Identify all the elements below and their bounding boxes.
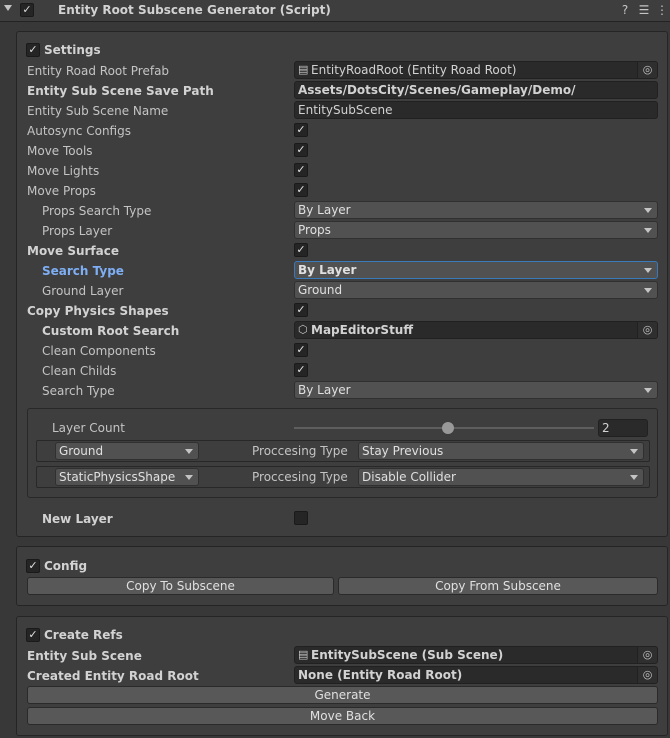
autosync-configs-label: Autosync Configs: [27, 124, 131, 138]
entity-road-root-prefab-field[interactable]: ▤ EntityRoadRoot (Entity Road Root) ◎: [294, 61, 658, 79]
move-surface-checkbox[interactable]: ✓: [294, 243, 308, 257]
layer-row-1-layer-dropdown[interactable]: Ground: [55, 442, 199, 460]
entity-road-root-prefab-label: Entity Road Root Prefab: [27, 64, 170, 78]
chevron-down-icon: [630, 449, 638, 454]
ground-layer-label: Ground Layer: [42, 284, 124, 298]
clean-components-checkbox[interactable]: ✓: [294, 343, 308, 357]
entity-sub-scene-field[interactable]: ▤ EntitySubScene (Sub Scene) ◎: [294, 646, 658, 664]
created-root-field[interactable]: None (Entity Road Root) ◎: [294, 666, 658, 684]
chevron-down-icon: [644, 208, 652, 213]
copy-to-subscene-button[interactable]: Copy To Subscene: [27, 577, 334, 595]
create-refs-toggle-checkbox[interactable]: ✓: [26, 628, 40, 642]
move-lights-checkbox[interactable]: ✓: [294, 163, 308, 177]
layer-row-2-processing-value: Disable Collider: [362, 470, 456, 484]
entity-sub-scene-label: Entity Sub Scene: [27, 649, 142, 663]
kebab-menu-icon[interactable]: ⋮: [655, 3, 669, 17]
create-refs-title: Create Refs: [44, 628, 123, 642]
layer-row-1-processing-value: Stay Previous: [362, 444, 444, 458]
clean-childs-label: Clean Childs: [42, 364, 117, 378]
chevron-down-icon: [185, 475, 193, 480]
move-props-label: Move Props: [27, 184, 96, 198]
copy-physics-shapes-label: Copy Physics Shapes: [27, 304, 169, 318]
chevron-down-icon: [644, 268, 652, 273]
custom-root-search-label: Custom Root Search: [42, 324, 180, 338]
prefab-cube-icon: ⬡: [298, 323, 308, 336]
copy-physics-shapes-checkbox[interactable]: ✓: [294, 303, 308, 317]
layer-row-1-processing-dropdown[interactable]: Stay Previous: [358, 442, 644, 460]
config-title: Config: [44, 559, 88, 573]
config-toggle-checkbox[interactable]: ✓: [26, 559, 40, 573]
script-file-icon: ▤: [298, 648, 309, 661]
move-lights-label: Move Lights: [27, 164, 100, 178]
new-layer-checkbox[interactable]: [294, 511, 308, 525]
search-type-2-label: Search Type: [42, 384, 115, 398]
chevron-down-icon: [630, 475, 638, 480]
layer-count-input[interactable]: 2: [598, 419, 648, 437]
preset-sliders-icon[interactable]: ☰: [637, 3, 651, 17]
object-picker-icon[interactable]: ◎: [637, 667, 657, 683]
layer-row-2-processing-dropdown[interactable]: Disable Collider: [358, 468, 644, 486]
search-type-2-value: By Layer: [298, 383, 351, 397]
sub-scene-name-input[interactable]: EntitySubScene: [294, 101, 658, 119]
component-title: Entity Root Subscene Generator (Script): [58, 3, 331, 17]
props-search-type-dropdown[interactable]: By Layer: [294, 201, 658, 219]
sub-scene-name-label: Entity Sub Scene Name: [27, 104, 169, 118]
entity-sub-scene-value: EntitySubScene (Sub Scene): [311, 648, 504, 662]
clean-components-label: Clean Components: [42, 344, 156, 358]
layer-count-label: Layer Count: [52, 421, 125, 435]
props-layer-label: Props Layer: [42, 224, 113, 238]
layer-row-2-processing-label: Proccesing Type: [252, 470, 348, 484]
search-type-label: Search Type: [42, 264, 124, 278]
chevron-down-icon: [185, 449, 193, 454]
props-layer-value: Props: [298, 223, 331, 237]
generate-button[interactable]: Generate: [27, 686, 658, 704]
props-search-type-value: By Layer: [298, 203, 351, 217]
props-search-type-label: Props Search Type: [42, 204, 152, 218]
clean-childs-checkbox[interactable]: ✓: [294, 363, 308, 377]
entity-road-root-prefab-value: EntityRoadRoot (Entity Road Root): [311, 63, 517, 77]
move-surface-label: Move Surface: [27, 244, 119, 258]
custom-root-search-field[interactable]: ⬡ MapEditorStuff ◎: [294, 321, 658, 339]
layer-count-slider-handle[interactable]: [442, 422, 454, 434]
component-header: ✓ Entity Root Subscene Generator (Script…: [0, 0, 670, 22]
object-picker-icon[interactable]: ◎: [637, 647, 657, 663]
layer-row-2-layer-value: StaticPhysicsShape: [59, 470, 176, 484]
search-type-value: By Layer: [298, 263, 357, 277]
object-picker-icon[interactable]: ◎: [637, 62, 657, 78]
move-tools-label: Move Tools: [27, 144, 93, 158]
chevron-down-icon: [644, 288, 652, 293]
settings-toggle-checkbox[interactable]: ✓: [26, 43, 40, 57]
move-tools-checkbox[interactable]: ✓: [294, 143, 308, 157]
layer-row-1-processing-label: Proccesing Type: [252, 444, 348, 458]
save-path-input[interactable]: Assets/DotsCity/Scenes/Gameplay/Demo/: [294, 81, 658, 99]
copy-from-subscene-button[interactable]: Copy From Subscene: [338, 577, 658, 595]
new-layer-label: New Layer: [42, 512, 113, 526]
search-type-2-dropdown[interactable]: By Layer: [294, 381, 658, 399]
created-root-label: Created Entity Road Root: [27, 669, 199, 683]
script-file-icon: ▤: [298, 63, 309, 76]
help-icon[interactable]: ?: [618, 3, 632, 17]
props-layer-dropdown[interactable]: Props: [294, 221, 658, 239]
save-path-label: Entity Sub Scene Save Path: [27, 84, 214, 98]
search-type-dropdown[interactable]: By Layer: [294, 261, 658, 279]
settings-title: Settings: [44, 43, 101, 57]
object-picker-icon[interactable]: ◎: [637, 322, 657, 338]
ground-layer-value: Ground: [298, 283, 343, 297]
custom-root-search-value: MapEditorStuff: [311, 323, 414, 337]
layer-row-1-layer-value: Ground: [59, 444, 104, 458]
layer-row-2-layer-dropdown[interactable]: StaticPhysicsShape: [55, 468, 199, 486]
config-group: [16, 546, 668, 606]
move-back-button[interactable]: Move Back: [27, 707, 658, 725]
foldout-arrow-icon[interactable]: [4, 5, 12, 11]
component-enabled-checkbox[interactable]: ✓: [20, 3, 34, 17]
move-props-checkbox[interactable]: ✓: [294, 183, 308, 197]
ground-layer-dropdown[interactable]: Ground: [294, 281, 658, 299]
chevron-down-icon: [644, 228, 652, 233]
created-root-value: None (Entity Road Root): [298, 668, 463, 682]
chevron-down-icon: [644, 388, 652, 393]
autosync-configs-checkbox[interactable]: ✓: [294, 123, 308, 137]
